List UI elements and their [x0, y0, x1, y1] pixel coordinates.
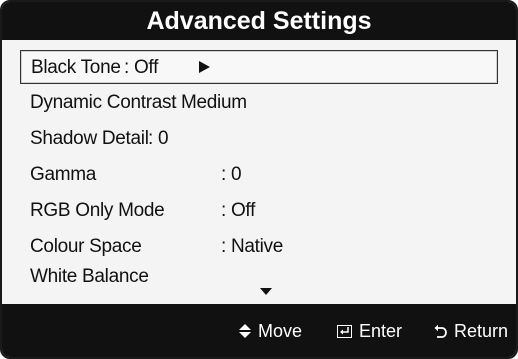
settings-menu: Black Tone : Off Dynamic Contrast : Medi… — [2, 40, 516, 304]
menu-item-label: Gamma — [30, 164, 97, 185]
menu-item-value: : Off — [124, 57, 159, 78]
menu-item-label: Black Tone — [31, 57, 121, 78]
menu-item-value: : Off — [221, 200, 256, 221]
arrow-right-icon — [199, 61, 210, 73]
menu-item-rgb-only-mode[interactable]: RGB Only Mode : Off — [20, 194, 498, 228]
scroll-down-icon[interactable] — [260, 288, 272, 295]
menu-item-label: White Balance — [30, 266, 149, 287]
menu-item-black-tone[interactable]: Black Tone : Off — [20, 50, 498, 84]
menu-item-label: Dynamic Contrast — [30, 92, 177, 113]
menu-item-gamma[interactable]: Gamma : 0 — [20, 158, 498, 192]
menu-item-label: Colour Space — [30, 236, 142, 257]
menu-item-value: : Medium — [171, 92, 247, 113]
enter-hint: Enter — [337, 320, 402, 342]
dialog-title: Advanced Settings — [2, 2, 516, 40]
return-hint: Return — [434, 320, 508, 342]
advanced-settings-dialog: Advanced Settings Black Tone : Off Dynam… — [0, 0, 518, 359]
return-arrow-icon — [434, 324, 447, 339]
menu-item-shadow-detail[interactable]: Shadow Detail : 0 — [20, 122, 498, 156]
menu-item-dynamic-contrast[interactable]: Dynamic Contrast : Medium — [20, 86, 498, 120]
menu-item-colour-space[interactable]: Colour Space : Native — [20, 230, 498, 264]
menu-item-value: : 0 — [148, 128, 169, 149]
up-down-arrows-icon — [239, 324, 251, 339]
menu-item-value: : Native — [221, 236, 284, 257]
menu-item-label: RGB Only Mode — [30, 200, 165, 221]
move-hint: Move — [239, 320, 302, 342]
menu-item-label: Shadow Detail — [30, 128, 149, 149]
menu-item-white-balance[interactable]: White Balance — [20, 260, 498, 294]
menu-item-value: : 0 — [221, 164, 242, 185]
navigation-hint-bar: Move Enter Return — [2, 304, 516, 357]
enter-key-icon — [337, 324, 352, 338]
